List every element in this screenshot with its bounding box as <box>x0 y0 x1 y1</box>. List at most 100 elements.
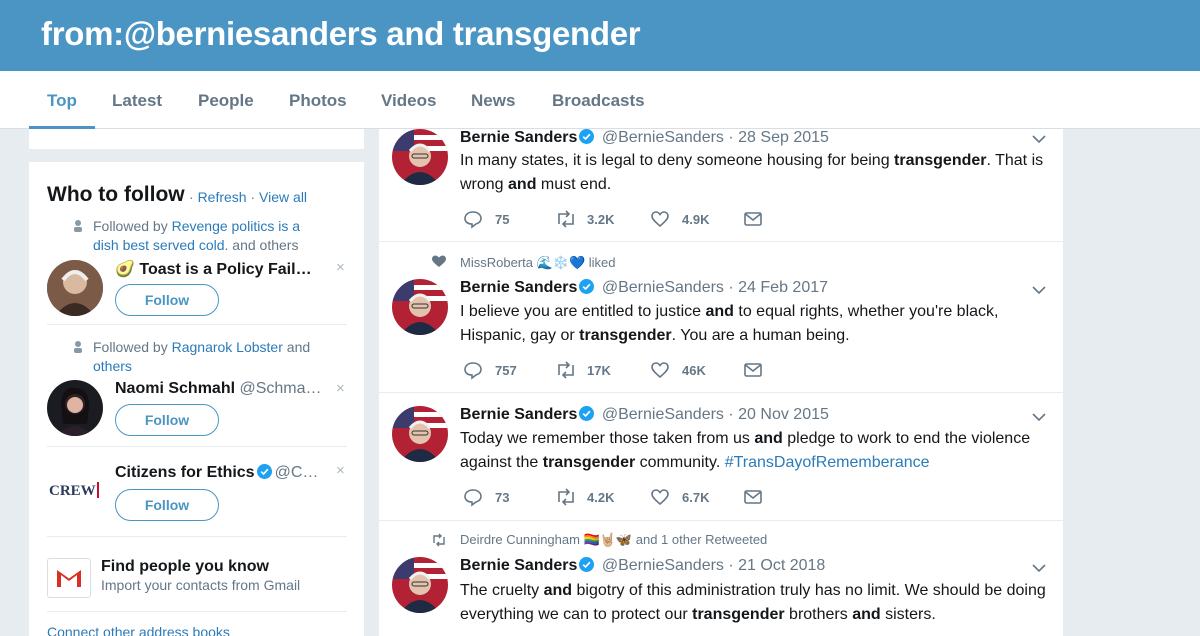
retweet-icon <box>558 488 574 506</box>
tweet-actions: 75 3.2K 4.9K <box>463 209 783 229</box>
others-link[interactable]: others <box>93 358 132 374</box>
verified-icon <box>579 557 595 572</box>
tweet-text: In many states, it is legal to deny some… <box>460 152 1044 193</box>
avatar[interactable] <box>47 260 103 316</box>
tweet-header: Bernie Sanders @BernieSanders · 24 Feb 2… <box>460 279 829 296</box>
left-top-card <box>29 129 364 150</box>
gmail-icon[interactable] <box>47 558 91 598</box>
author-name[interactable]: Bernie Sanders <box>460 279 577 296</box>
verified-icon <box>579 406 595 421</box>
who-to-follow-card: Who to follow · Refresh · View all Follo… <box>29 162 364 636</box>
divider <box>47 446 347 447</box>
view-all-link[interactable]: View all <box>259 189 307 205</box>
context-user-link[interactable]: Deirdre Cunningham 🏳️‍🌈🤘🏼🦋 <box>460 532 632 547</box>
tweet-text: I believe you are entitled to justice an… <box>460 303 999 344</box>
follow-button[interactable]: Follow <box>115 284 219 316</box>
tab-people[interactable]: People <box>198 71 254 129</box>
suggested-account-name[interactable]: 🥑 Toast is a Policy Fail… <box>115 259 325 279</box>
avatar[interactable] <box>392 406 448 462</box>
divider <box>47 611 347 612</box>
retweet-icon <box>558 361 574 379</box>
author-handle[interactable]: @BernieSanders <box>602 406 724 423</box>
who-to-follow-links: · Refresh · View all <box>189 189 308 205</box>
tab-latest[interactable]: Latest <box>112 71 162 129</box>
tweet-actions: 757 17K 46K <box>463 360 783 380</box>
social-context: Deirdre Cunningham 🏳️‍🌈🤘🏼🦋 and 1 other R… <box>460 532 768 547</box>
tweet-date[interactable]: 28 Sep 2015 <box>738 129 829 146</box>
tweet-date[interactable]: 24 Feb 2017 <box>738 279 828 296</box>
chevron-down-icon[interactable] <box>1032 563 1046 573</box>
tab-broadcasts[interactable]: Broadcasts <box>552 71 645 129</box>
chevron-down-icon[interactable] <box>1032 134 1046 144</box>
author-name[interactable]: Bernie Sanders <box>460 129 577 146</box>
follow-button[interactable]: Follow <box>115 404 219 436</box>
social-context: Followed by Ragnarok Lobster and others <box>74 338 323 376</box>
tweet-header: Bernie Sanders @BernieSanders · 20 Nov 2… <box>460 406 829 423</box>
tweet-text: Today we remember those taken from us an… <box>460 430 1031 471</box>
divider <box>47 536 347 537</box>
author-handle[interactable]: @BernieSanders <box>602 279 724 296</box>
search-header: from:@berniesanders and transgender <box>0 0 1200 71</box>
retweet-icon <box>558 210 574 228</box>
person-icon <box>74 341 82 353</box>
social-context: Followed by Revenge politics is a dish b… <box>74 217 323 255</box>
context-user-link[interactable]: MissRoberta 🌊❄️💙 <box>460 255 585 270</box>
author-handle[interactable]: @BernieSanders <box>602 557 724 574</box>
avatar[interactable] <box>392 129 448 185</box>
find-people-subtitle: Import your contacts from Gmail <box>101 577 301 593</box>
author-name[interactable]: Bernie Sanders <box>460 406 577 423</box>
chevron-down-icon[interactable] <box>1032 285 1046 295</box>
reply-icon <box>464 489 482 507</box>
dismiss-icon[interactable]: × <box>336 259 345 276</box>
tab-videos[interactable]: Videos <box>381 71 436 129</box>
followed-by-link[interactable]: Ragnarok Lobster <box>172 339 283 355</box>
avatar[interactable] <box>392 557 448 613</box>
person-icon <box>74 220 82 232</box>
heart-icon <box>651 489 669 506</box>
reply-icon <box>464 362 482 380</box>
verified-icon <box>579 129 595 144</box>
avatar[interactable] <box>392 279 448 335</box>
verified-icon <box>256 464 272 479</box>
tweet-date[interactable]: 20 Nov 2015 <box>738 406 829 423</box>
tweet[interactable]: MissRoberta 🌊❄️💙 liked Bernie Sanders @B… <box>379 243 1063 393</box>
svg-text:CREW: CREW <box>49 483 96 499</box>
heart-icon <box>651 211 669 228</box>
tweet-actions: 73 4.2K 6.7K <box>463 487 783 507</box>
crew-logo[interactable]: CREW <box>47 462 103 518</box>
tweet-header: Bernie Sanders @BernieSanders · 28 Sep 2… <box>460 129 829 146</box>
dismiss-icon[interactable]: × <box>336 462 345 479</box>
retweet-icon <box>433 533 445 547</box>
connect-address-books-link[interactable]: Connect other address books <box>47 624 230 636</box>
refresh-link[interactable]: Refresh <box>198 189 247 205</box>
author-name[interactable]: Bernie Sanders <box>460 557 577 574</box>
suggested-account-name[interactable]: Citizens for Ethics @C… <box>115 464 325 482</box>
reply-icon <box>464 211 482 229</box>
envelope-icon <box>744 363 762 377</box>
tweet[interactable]: Bernie Sanders @BernieSanders · 28 Sep 2… <box>379 129 1063 242</box>
social-context: MissRoberta 🌊❄️💙 liked <box>460 255 616 270</box>
tweet-date[interactable]: 21 Oct 2018 <box>738 557 825 574</box>
find-people-title[interactable]: Find people you know <box>101 558 269 576</box>
tab-top[interactable]: Top <box>29 71 95 129</box>
divider <box>47 324 347 325</box>
tweet[interactable]: Deirdre Cunningham 🏳️‍🌈🤘🏼🦋 and 1 other R… <box>379 522 1063 636</box>
follow-button[interactable]: Follow <box>115 489 219 521</box>
search-query-title: from:@berniesanders and transgender <box>41 15 641 52</box>
suggested-account-name[interactable]: Naomi Schmahl @Schma… <box>115 380 325 398</box>
tweet-text: The cruelty and bigotry of this administ… <box>460 582 1046 623</box>
tweet-header: Bernie Sanders @BernieSanders · 21 Oct 2… <box>460 557 826 574</box>
tweet-stream: Bernie Sanders @BernieSanders · 28 Sep 2… <box>379 129 1063 636</box>
heart-icon <box>432 255 446 267</box>
author-handle[interactable]: @BernieSanders <box>602 129 724 146</box>
envelope-icon <box>744 490 762 504</box>
tab-photos[interactable]: Photos <box>289 71 347 129</box>
chevron-down-icon[interactable] <box>1032 412 1046 422</box>
tab-news[interactable]: News <box>471 71 515 129</box>
avatar[interactable] <box>47 380 103 436</box>
who-to-follow-title: Who to follow <box>47 183 185 206</box>
heart-icon <box>651 362 669 379</box>
verified-icon <box>579 279 595 294</box>
tweet[interactable]: Bernie Sanders @BernieSanders · 20 Nov 2… <box>379 394 1063 521</box>
dismiss-icon[interactable]: × <box>336 380 345 397</box>
